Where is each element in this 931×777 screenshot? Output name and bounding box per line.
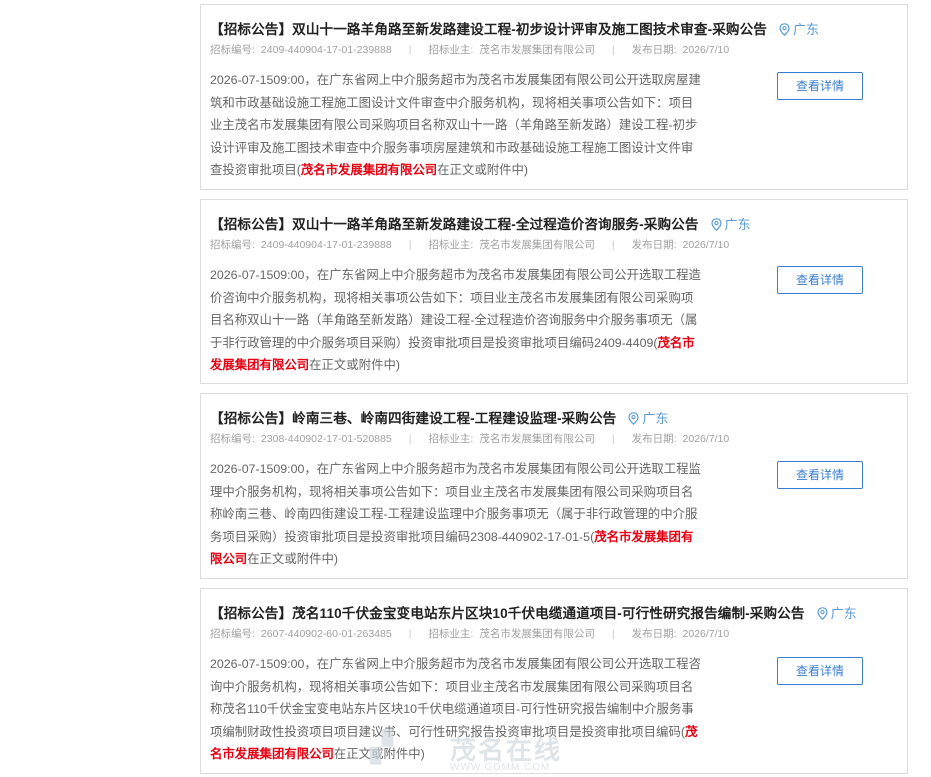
description-text: 2026-07-1509:00，在广东省网上中介服务超市为茂名市发展集团有限公司… [210, 73, 701, 178]
location-pin-icon [710, 218, 722, 232]
tender-title-link[interactable]: 【招标公告】双山十一路羊角路至新发路建设工程-全过程造价咨询服务-采购公告 [210, 217, 699, 232]
tender-title-row: 【招标公告】茂名110千伏金宝变电站东片区块10千伏电缆通道项目-可行性研究报告… [210, 602, 897, 622]
tender-title-row: 【招标公告】双山十一路羊角路至新发路建设工程-全过程造价咨询服务-采购公告 广东 [210, 213, 897, 233]
tender-card: 【招标公告】双山十一路羊角路至新发路建设工程-初步设计评审及施工图技术审查-采购… [200, 4, 908, 190]
tender-meta: 招标编号: 2607-440902-60-01-263485 | 招标业主: 茂名市发展… [210, 628, 730, 640]
tender-region: 广东 [816, 606, 857, 621]
tender-description: 2026-07-1509:00，在广东省网上中介服务超市为茂名市发展集团有限公司… [210, 69, 705, 182]
owner-label: 招标业主: [428, 628, 474, 640]
tender-card: 【招标公告】双山十一路羊角路至新发路建设工程-全过程造价咨询服务-采购公告 广东 … [200, 199, 908, 384]
tender-title-row: 【招标公告】双山十一路羊角路至新发路建设工程-初步设计评审及施工图技术审查-采购… [210, 18, 897, 38]
tender-meta: 招标编号: 2409-440904-17-01-239888 | 招标业主: 茂名市发展… [210, 44, 730, 56]
tender-description: 2026-07-1509:00，在广东省网上中介服务超市为茂名市发展集团有限公司… [210, 458, 705, 571]
view-details-button[interactable]: 查看详情 [777, 657, 863, 685]
description-text: 2026-07-1509:00，在广东省网上中介服务超市为茂名市发展集团有限公司… [210, 657, 701, 739]
tender-region: 广东 [779, 22, 819, 37]
tender-meta: 招标编号: 2308-440902-17-01-520885 | 招标业主: 茂名市发展… [210, 433, 730, 445]
tender-no-label: 招标编号: [210, 239, 255, 251]
tender-meta: 招标编号: 2409-440904-17-01-239888 | 招标业主: 茂名市发展… [210, 239, 730, 251]
owner-label: 招标业主: [428, 239, 474, 251]
tender-no-value: 2409-440904-17-01-239888 [260, 44, 392, 56]
owner-highlight: 茂名市发展集团有限公司 [300, 163, 438, 178]
description-text: 2026-07-1509:00，在广东省网上中介服务超市为茂名市发展集团有限公司… [210, 268, 701, 350]
location-pin-icon [816, 607, 828, 621]
description-suffix: 在正文或附件中) [309, 358, 400, 373]
publish-date-label: 发布日期: [631, 239, 677, 251]
tender-description: 2026-07-1509:00，在广东省网上中介服务超市为茂名市发展集团有限公司… [210, 264, 705, 377]
publish-date-value: 2026/7/10 [682, 44, 730, 56]
owner-value: 茂名市发展集团有限公司 [479, 44, 595, 56]
publish-date-label: 发布日期: [631, 44, 677, 56]
tender-region-label: 广东 [724, 217, 751, 232]
tender-region-label: 广东 [793, 22, 820, 37]
tender-title-link[interactable]: 【招标公告】岭南三巷、岭南四街建设工程-工程建设监理-采购公告 [210, 411, 616, 426]
view-details-button[interactable]: 查看详情 [777, 266, 863, 294]
view-details-button[interactable]: 查看详情 [777, 461, 863, 489]
publish-date-value: 2026/7/10 [682, 433, 730, 445]
owner-value: 茂名市发展集团有限公司 [479, 433, 595, 445]
publish-date-label: 发布日期: [631, 628, 677, 640]
location-pin-icon [779, 23, 790, 37]
tender-title-link[interactable]: 【招标公告】双山十一路羊角路至新发路建设工程-初步设计评审及施工图技术审查-采购… [210, 22, 767, 37]
tender-no-value: 2308-440902-17-01-520885 [260, 433, 392, 445]
owner-value: 茂名市发展集团有限公司 [479, 239, 595, 251]
tender-no-label: 招标编号: [210, 44, 255, 56]
tender-card: 【招标公告】茂名110千伏金宝变电站东片区块10千伏电缆通道项目-可行性研究报告… [200, 588, 908, 774]
tender-no-value: 2409-440904-17-01-239888 [260, 239, 392, 251]
owner-label: 招标业主: [428, 44, 474, 56]
tender-no-value: 2607-440902-60-01-263485 [260, 628, 392, 640]
description-suffix: 在正文或附件中) [437, 163, 529, 178]
publish-date-value: 2026/7/10 [682, 628, 730, 640]
tender-title-link[interactable]: 【招标公告】茂名110千伏金宝变电站东片区块10千伏电缆通道项目-可行性研究报告… [210, 606, 805, 621]
tender-card: 【招标公告】岭南三巷、岭南四街建设工程-工程建设监理-采购公告 广东 招标编号: 2… [200, 393, 908, 579]
view-details-button[interactable]: 查看详情 [777, 72, 863, 100]
tender-no-label: 招标编号: [210, 433, 255, 445]
tender-region: 广东 [628, 411, 668, 426]
tender-region-label: 广东 [642, 411, 669, 426]
description-suffix: 在正文或附件中) [333, 747, 425, 762]
tender-title-row: 【招标公告】岭南三巷、岭南四街建设工程-工程建设监理-采购公告 广东 [210, 407, 897, 427]
location-pin-icon [628, 412, 639, 426]
tender-no-label: 招标编号: [210, 628, 255, 640]
tender-description: 2026-07-1509:00，在广东省网上中介服务超市为茂名市发展集团有限公司… [210, 653, 705, 766]
owner-value: 茂名市发展集团有限公司 [479, 628, 595, 640]
publish-date-label: 发布日期: [631, 433, 677, 445]
publish-date-value: 2026/7/10 [682, 239, 730, 251]
tender-region: 广东 [710, 217, 751, 232]
tender-region-label: 广东 [830, 606, 857, 621]
owner-label: 招标业主: [428, 433, 474, 445]
description-suffix: 在正文或附件中) [247, 552, 339, 567]
